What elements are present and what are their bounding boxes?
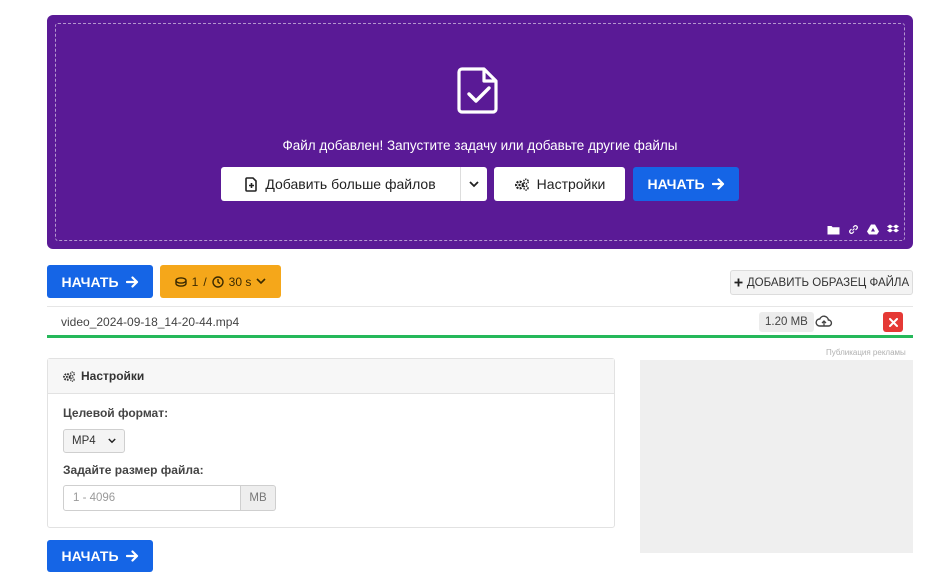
start-button-label: НАЧАТЬ: [61, 273, 119, 290]
target-format-select[interactable]: MP4: [63, 429, 125, 453]
upload-panel[interactable]: Файл добавлен! Запустите задачу или доба…: [47, 15, 913, 249]
file-list-item: video_2024-09-18_14-20-44.mp4 1.20 MB: [47, 306, 913, 338]
target-format-label: Целевой формат:: [63, 406, 169, 420]
source-icons: [827, 224, 899, 235]
file-check-icon: [457, 67, 498, 114]
cloud-upload-icon[interactable]: [815, 313, 833, 331]
start-button-top[interactable]: НАЧАТЬ: [633, 167, 739, 201]
start-button-label: НАЧАТЬ: [61, 548, 119, 564]
settings-button-label: Настройки: [536, 176, 606, 192]
close-icon: [888, 317, 898, 327]
arrow-right-icon: [125, 275, 138, 288]
converter-page: Файл добавлен! Запустите задачу или доба…: [0, 0, 926, 578]
drop-zone[interactable]: [55, 23, 905, 241]
file-size-unit: MB: [241, 485, 276, 511]
chevron-down-icon: [469, 180, 479, 187]
start-button-label: НАЧАТЬ: [647, 176, 705, 192]
file-size-label: Задайте размер файла:: [63, 463, 204, 477]
file-add-icon: [245, 176, 258, 192]
add-files-dropdown-toggle[interactable]: [461, 167, 487, 201]
start-button-main[interactable]: НАЧАТЬ: [47, 265, 153, 298]
ad-placeholder: [640, 360, 913, 553]
add-more-files-button[interactable]: Добавить больше файлов: [221, 167, 461, 201]
files-count: 1: [191, 274, 199, 289]
arrow-right-icon: [125, 550, 138, 562]
start-button-bottom[interactable]: НАЧАТЬ: [47, 540, 153, 572]
target-format-value: MP4: [72, 435, 96, 447]
upload-status-message: Файл добавлен! Запустите задачу или доба…: [282, 138, 678, 153]
file-size-input[interactable]: 1 - 4096: [63, 485, 241, 511]
chevron-down-icon: [108, 438, 116, 444]
file-name: video_2024-09-18_14-20-44.mp4: [61, 315, 240, 329]
link-icon[interactable]: [848, 224, 859, 235]
google-drive-icon[interactable]: [867, 224, 879, 235]
ad-label: Публикация рекламы: [826, 348, 906, 357]
clock-icon: [211, 275, 224, 288]
gears-icon: [63, 370, 75, 382]
folder-icon[interactable]: [827, 225, 840, 235]
add-more-files-label: Добавить больше файлов: [265, 176, 436, 192]
add-sample-file-label: ДОБАВИТЬ ОБРАЗЕЦ ФАЙЛА: [746, 276, 910, 289]
limits-separator: /: [203, 274, 207, 289]
settings-header: Настройки: [48, 359, 614, 394]
gears-icon: [514, 177, 529, 191]
plus-icon: [734, 278, 743, 287]
coins-icon: [174, 276, 187, 287]
limits-dropdown[interactable]: 1 / 30 s: [160, 265, 281, 298]
arrow-right-icon: [711, 178, 724, 190]
remove-file-button[interactable]: [883, 312, 903, 332]
settings-panel: Настройки Целевой формат: MP4 Задайте ра…: [47, 358, 615, 528]
file-size-badge: 1.20 MB: [759, 312, 814, 332]
add-sample-file-button[interactable]: ДОБАВИТЬ ОБРАЗЕЦ ФАЙЛА: [730, 270, 913, 295]
settings-title: Настройки: [81, 369, 145, 383]
dropbox-icon[interactable]: [887, 224, 899, 235]
settings-button[interactable]: Настройки: [494, 167, 625, 201]
chevron-down-icon: [256, 278, 266, 285]
time-limit: 30 s: [228, 274, 252, 289]
